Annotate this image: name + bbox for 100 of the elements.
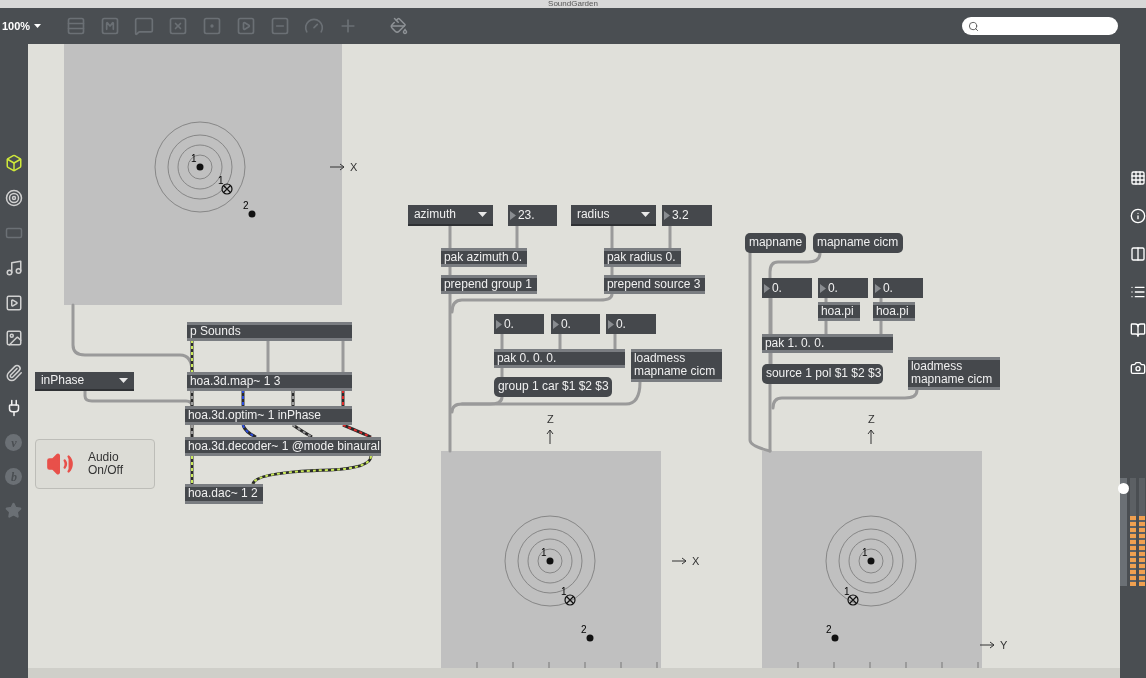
- caret-icon: [118, 378, 128, 383]
- map-view[interactable]: 1 1 2: [63, 44, 342, 305]
- number-box[interactable]: 0.: [761, 278, 812, 298]
- message-box[interactable]: mapname cicm: [812, 233, 903, 253]
- paperclip-icon[interactable]: [4, 364, 23, 382]
- play-icon[interactable]: [4, 294, 23, 312]
- signal-cord: [291, 423, 313, 439]
- max-object[interactable]: pak radius 0.: [603, 248, 681, 267]
- dot-marker-icon[interactable]: [247, 210, 256, 218]
- max-object[interactable]: hoa.3d.map~ 1 3: [186, 372, 352, 391]
- point-label: 1: [861, 548, 868, 558]
- dropdown-menu[interactable]: radius: [570, 205, 656, 226]
- dot-marker-icon[interactable]: [830, 634, 839, 642]
- axis-arrow: [866, 428, 875, 444]
- paint-bucket-icon[interactable]: [390, 17, 408, 35]
- max-object[interactable]: pak 0. 0. 0.: [493, 349, 625, 368]
- window-title: SoundGarden: [548, 0, 598, 8]
- triangle-icon: [663, 211, 670, 220]
- point-label: 1: [843, 587, 850, 597]
- point-label: 2: [242, 201, 249, 211]
- number-box[interactable]: 0.: [872, 278, 923, 298]
- gain-slider[interactable]: [1120, 478, 1127, 586]
- max-object[interactable]: pak azimuth 0.: [440, 248, 527, 267]
- axis-label: X: [349, 161, 358, 173]
- patch-cord: [500, 332, 504, 351]
- max-object[interactable]: p Sounds: [186, 322, 352, 341]
- zoom-menu[interactable]: 100%: [2, 17, 52, 35]
- message-box[interactable]: mapname: [744, 233, 806, 253]
- patch-cord: [558, 332, 562, 351]
- dot-marker-icon[interactable]: [866, 557, 875, 565]
- max-object[interactable]: loadmess mapname cicm: [630, 349, 722, 382]
- max-object[interactable]: hoa.pi: [872, 302, 915, 321]
- point-label: 1: [190, 154, 197, 164]
- number-box[interactable]: 0.: [605, 314, 656, 334]
- message-box[interactable]: group 1 car $1 $2 $3: [493, 377, 612, 397]
- dot-marker-icon[interactable]: [585, 634, 594, 642]
- signal-cord: [341, 423, 372, 439]
- map-view[interactable]: 1 1 2: [761, 451, 982, 668]
- axis-arrow: [545, 428, 554, 444]
- axis-label: Z: [546, 413, 554, 425]
- max-object[interactable]: prepend source 3: [603, 275, 705, 294]
- axis-label: Y: [999, 639, 1008, 651]
- dropdown-menu[interactable]: inPhase: [34, 372, 134, 391]
- max-object[interactable]: pak 1. 0. 0.: [761, 334, 893, 353]
- target-icon[interactable]: [4, 189, 23, 207]
- info-icon[interactable]: [1130, 208, 1146, 224]
- signal-cord: [241, 424, 257, 439]
- slider-thumb[interactable]: [1118, 482, 1129, 494]
- patch-cord: [824, 318, 828, 336]
- axis-arrow: [671, 557, 688, 565]
- triangle-icon: [509, 211, 516, 220]
- grid-icon[interactable]: [1130, 170, 1146, 186]
- triangle-icon: [495, 319, 502, 329]
- axis-label: X: [691, 555, 700, 567]
- patch-cord: [613, 332, 617, 351]
- triangle-icon: [552, 319, 559, 329]
- image-icon[interactable]: [4, 329, 23, 347]
- list-icon[interactable]: [1130, 284, 1146, 300]
- max-object[interactable]: hoa.3d.decoder~ 1 @mode binaural: [184, 437, 381, 456]
- signal-cord: [190, 455, 194, 485]
- max-object[interactable]: hoa.pi: [817, 302, 860, 321]
- number-box[interactable]: 23.: [507, 205, 557, 226]
- source-marker-icon[interactable]: [220, 183, 233, 195]
- caret-icon: [34, 24, 42, 28]
- search-field[interactable]: [962, 17, 1118, 35]
- axis-arrow: [979, 641, 996, 649]
- search-icon: [968, 20, 979, 32]
- message-box[interactable]: source 1 pol $1 $2 $3: [761, 364, 883, 384]
- source-marker-icon[interactable]: [846, 594, 859, 606]
- triangle-icon: [763, 283, 770, 293]
- patch-cord: [610, 224, 614, 250]
- dot-marker-icon[interactable]: [545, 557, 554, 565]
- point-label: 2: [825, 625, 832, 635]
- number-box[interactable]: 3.2: [661, 205, 712, 226]
- cube-icon[interactable]: [4, 154, 23, 172]
- patch-cord: [668, 224, 672, 250]
- music-note-icon[interactable]: [4, 259, 23, 277]
- columns-icon[interactable]: [1130, 246, 1146, 262]
- number-box[interactable]: 0.: [493, 314, 544, 334]
- dot-marker-icon[interactable]: [195, 163, 204, 171]
- number-box[interactable]: 0.: [550, 314, 600, 334]
- patch-cord: [824, 296, 828, 304]
- camera-icon[interactable]: [1130, 360, 1146, 376]
- triangle-icon: [874, 283, 881, 293]
- axis-label: Z: [867, 413, 875, 425]
- max-object[interactable]: prepend group 1: [440, 275, 537, 294]
- star-icon[interactable]: [5, 502, 23, 519]
- triangle-icon: [607, 319, 614, 329]
- dropdown-menu[interactable]: azimuth: [407, 205, 493, 226]
- max-object[interactable]: hoa.3d.optim~ 1 inPhase: [184, 406, 352, 425]
- max-object[interactable]: loadmess mapname cicm: [907, 357, 1000, 390]
- patch-cord: [515, 224, 519, 250]
- patch-cord: [448, 224, 452, 250]
- number-box[interactable]: 0.: [817, 278, 868, 298]
- audio-toggle-button[interactable]: Audio On/Off: [34, 439, 155, 489]
- max-object[interactable]: hoa.dac~ 1 2: [184, 484, 263, 504]
- book-icon[interactable]: [1130, 322, 1146, 338]
- map-view[interactable]: 1 1 2: [440, 451, 661, 668]
- point-label: 2: [580, 625, 587, 635]
- source-marker-icon[interactable]: [563, 594, 576, 606]
